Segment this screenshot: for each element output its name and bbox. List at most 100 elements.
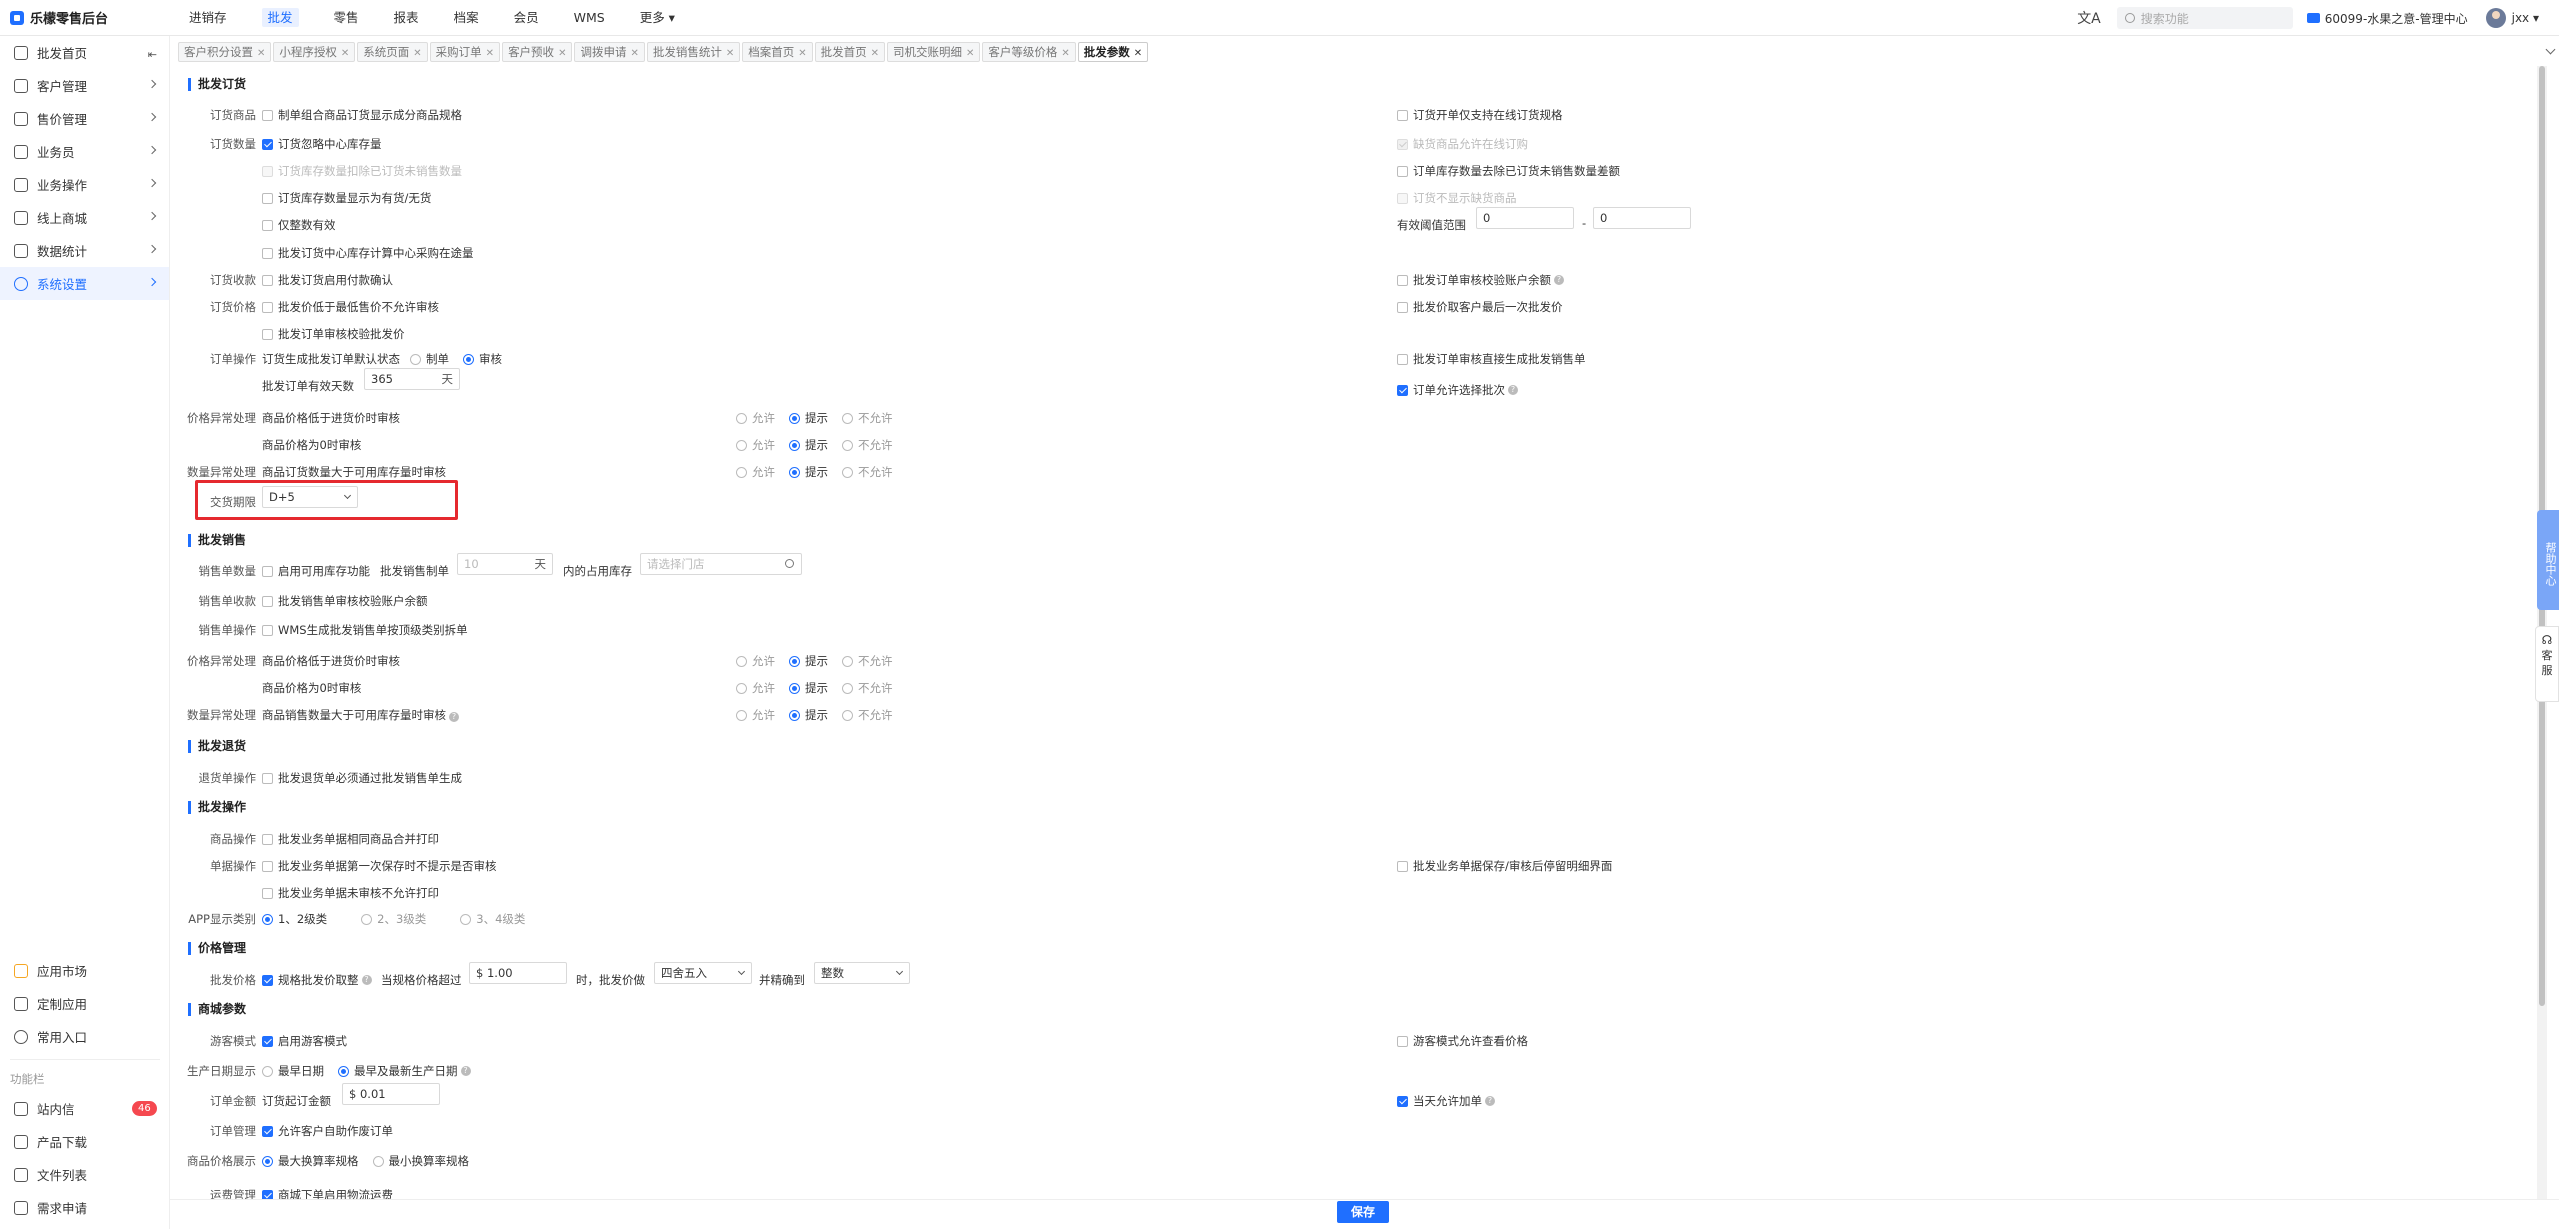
rounding-select[interactable]: 四舍五入	[654, 962, 752, 984]
sidebar-item-customers[interactable]: 客户管理	[0, 69, 169, 102]
chevron-down-icon[interactable]	[2545, 44, 2556, 55]
sidebar-item-operations[interactable]: 业务操作	[0, 168, 169, 201]
sidebar-item-requests[interactable]: 需求申请	[0, 1191, 170, 1224]
cb-wms-split[interactable]: WMS生成批发销售单按顶级类别拆单	[262, 622, 468, 638]
person-icon	[14, 144, 28, 159]
cb-price-rounding[interactable]: 规格批发价取整?	[262, 972, 372, 988]
tab-wholesale-sales-stats[interactable]: 批发销售统计 ✕	[646, 42, 741, 62]
cb-remove-ordered-diff[interactable]: 订单库存数量去除已订货未销售数量差额	[1397, 163, 1620, 179]
tab-transfer-request[interactable]: 调拨申请 ✕	[574, 42, 645, 62]
tab-customer-prepay[interactable]: 客户预收 ✕	[502, 42, 573, 62]
cb-available-stock[interactable]: 启用可用库存功能	[262, 563, 370, 579]
cb-guest-view-price[interactable]: 游客模式允许查看价格	[1397, 1033, 1528, 1049]
cb-center-in-transit[interactable]: 批发订货中心库存计算中心采购在途量	[262, 245, 474, 261]
cb-self-cancel[interactable]: 允许客户自助作废订单	[262, 1123, 393, 1139]
cb-out-of-stock-order[interactable]: 缺货商品允许在线订购	[1397, 136, 1528, 152]
cb-show-in-stock[interactable]: 订货库存数量显示为有货/无货	[262, 190, 431, 206]
sidebar-item-online-mall[interactable]: 线上商城	[0, 201, 169, 234]
translate-icon[interactable]: 文A	[2077, 8, 2101, 28]
save-button[interactable]: 保存	[1337, 1201, 1389, 1223]
tab-wholesale-params[interactable]: 批发参数 ✕	[1077, 42, 1149, 62]
price-threshold-input[interactable]: $ 1.00	[469, 962, 567, 984]
cb-integer-only[interactable]: 仅整数有效	[262, 217, 336, 233]
range-max-input[interactable]: 0	[1593, 207, 1691, 229]
sidebar-item-settings[interactable]: 系统设置	[0, 267, 169, 300]
label-valid-days: 批发订单有效天数	[262, 379, 354, 393]
tab-system-pages[interactable]: 系统页面 ✕	[357, 42, 428, 62]
sidebar-item-app-market[interactable]: 应用市场	[0, 954, 170, 987]
search-icon	[2124, 13, 2135, 23]
tab-customer-points[interactable]: 客户积分设置 ✕	[178, 42, 272, 62]
tab-miniapp-auth[interactable]: 小程序授权 ✕	[273, 42, 356, 62]
valid-days-input[interactable]: 365 天	[364, 368, 460, 390]
sidebar-item-salesmen[interactable]: 业务员	[0, 135, 169, 168]
cb-no-audit-prompt[interactable]: 批发业务单据第一次保存时不提示是否审核	[262, 858, 497, 874]
sidebar-item-prices[interactable]: 售价管理	[0, 102, 169, 135]
sidebar-item-messages[interactable]: 站内信 46	[0, 1092, 170, 1125]
label-guest-mode: 游客模式	[210, 1034, 256, 1048]
cb-last-wholesale-price[interactable]: 批发价取客户最后一次批发价	[1397, 299, 1563, 315]
precision-select[interactable]: 整数	[814, 962, 910, 984]
close-icon: ✕	[340, 48, 350, 59]
label-order-amount: 订单金额	[210, 1094, 256, 1108]
sidebar-item-wholesale-home[interactable]: 批发首页 ⇤	[0, 36, 169, 69]
cb-hide-out-of-stock[interactable]: 订货不显示缺货商品	[1397, 190, 1517, 206]
cb-payment-confirm[interactable]: 批发订货启用付款确认	[262, 272, 393, 288]
nav-reports[interactable]: 报表	[383, 0, 430, 36]
radio-draft[interactable]: 制单	[410, 351, 449, 367]
chevron-right-icon	[147, 211, 157, 221]
cb-no-print-unaudited[interactable]: 批发业务单据未审核不允许打印	[262, 885, 439, 901]
cb-verify-balance[interactable]: 批发订单审核校验账户余额?	[1397, 272, 1564, 288]
help-center-button[interactable]: 帮助中心	[2537, 510, 2559, 610]
sidebar-item-custom-apps[interactable]: 定制应用	[0, 987, 170, 1020]
cb-verify-wholesale-price[interactable]: 批发订单审核校验批发价	[262, 326, 405, 342]
sales-days-input[interactable]: 10 天	[457, 553, 553, 575]
cb-min-price-block[interactable]: 批发价低于最低售价不允许审核	[262, 299, 439, 315]
cb-merge-print[interactable]: 批发业务单据相同商品合并打印	[262, 831, 439, 847]
cb-return-via-sales[interactable]: 批发退货单必须通过批发销售单生成	[262, 770, 462, 786]
sidebar-item-favorites[interactable]: 常用入口	[0, 1020, 170, 1053]
tab-wholesale-home[interactable]: 批发首页 ✕	[814, 42, 886, 62]
cb-same-day-add[interactable]: 当天允许加单?	[1397, 1093, 1495, 1109]
cb-ignore-center-stock[interactable]: 订货忽略中心库存量	[262, 136, 382, 152]
cb-audit-generate-sales[interactable]: 批发订单审核直接生成批发销售单	[1397, 351, 1586, 367]
tab-purchase-orders[interactable]: 采购订单 ✕	[429, 42, 501, 62]
cb-online-spec-only[interactable]: 订货开单仅支持在线订货规格	[1397, 107, 1563, 123]
customer-service-button[interactable]: ☊ 客服	[2535, 626, 2559, 702]
nav-wms[interactable]: WMS	[563, 0, 616, 36]
nav-archive[interactable]: 档案	[443, 0, 490, 36]
nav-member[interactable]: 会员	[503, 0, 550, 36]
nav-more[interactable]: 更多 ▾	[629, 0, 686, 36]
store-select-input[interactable]: 请选择门店	[640, 553, 802, 575]
tab-driver-settlement[interactable]: 司机交账明细 ✕	[887, 42, 981, 62]
tab-customer-level-price[interactable]: 客户等级价格 ✕	[982, 42, 1076, 62]
user-menu[interactable]: jxx ▾	[2485, 8, 2539, 28]
price-text2: 时，批发价做	[576, 973, 645, 987]
chevron-right-icon	[147, 112, 157, 122]
cb-combo-goods[interactable]: 制单组合商品订货显示成分商品规格	[262, 107, 462, 123]
min-order-input[interactable]: $ 0.01	[342, 1083, 440, 1105]
cb-deduct-ordered-qty[interactable]: 订货库存数量扣除已订货未销售数量	[262, 163, 462, 179]
highlight-box	[195, 480, 458, 520]
range-min-input[interactable]: 0	[1476, 207, 1574, 229]
headset-icon: ☊	[2541, 633, 2553, 647]
heart-icon	[14, 1029, 28, 1044]
cb-guest-mode[interactable]: 启用游客模式	[262, 1033, 347, 1049]
search-input[interactable]: 搜索功能	[2116, 7, 2293, 29]
app-logo[interactable]: 乐檬零售后台	[0, 8, 178, 27]
cb-allow-batch[interactable]: 订单允许选择批次?	[1397, 382, 1518, 398]
sidebar-item-downloads[interactable]: 产品下载	[0, 1125, 170, 1158]
org-switcher[interactable]: 60099-水果之意-管理中心	[2306, 10, 2468, 27]
nav-wholesale[interactable]: 批发	[251, 0, 310, 36]
tab-archive-home[interactable]: 档案首页 ✕	[742, 42, 813, 62]
collapse-icon[interactable]: ⇤	[148, 48, 157, 61]
sidebar-item-statistics[interactable]: 数据统计	[0, 234, 169, 267]
nav-retail[interactable]: 零售	[323, 0, 370, 36]
cb-sales-verify-balance[interactable]: 批发销售单审核校验账户余额	[262, 593, 428, 609]
label-qty-exception: 数量异常处理	[187, 465, 256, 479]
nav-inventory[interactable]: 进销存	[178, 0, 238, 36]
cb-stay-detail[interactable]: 批发业务单据保存/审核后停留明细界面	[1397, 858, 1612, 874]
radio-audit[interactable]: 审核	[463, 351, 502, 367]
cb-freight[interactable]: 商城下单启用物流运费	[262, 1187, 393, 1199]
sidebar-item-files[interactable]: 文件列表	[0, 1158, 170, 1191]
